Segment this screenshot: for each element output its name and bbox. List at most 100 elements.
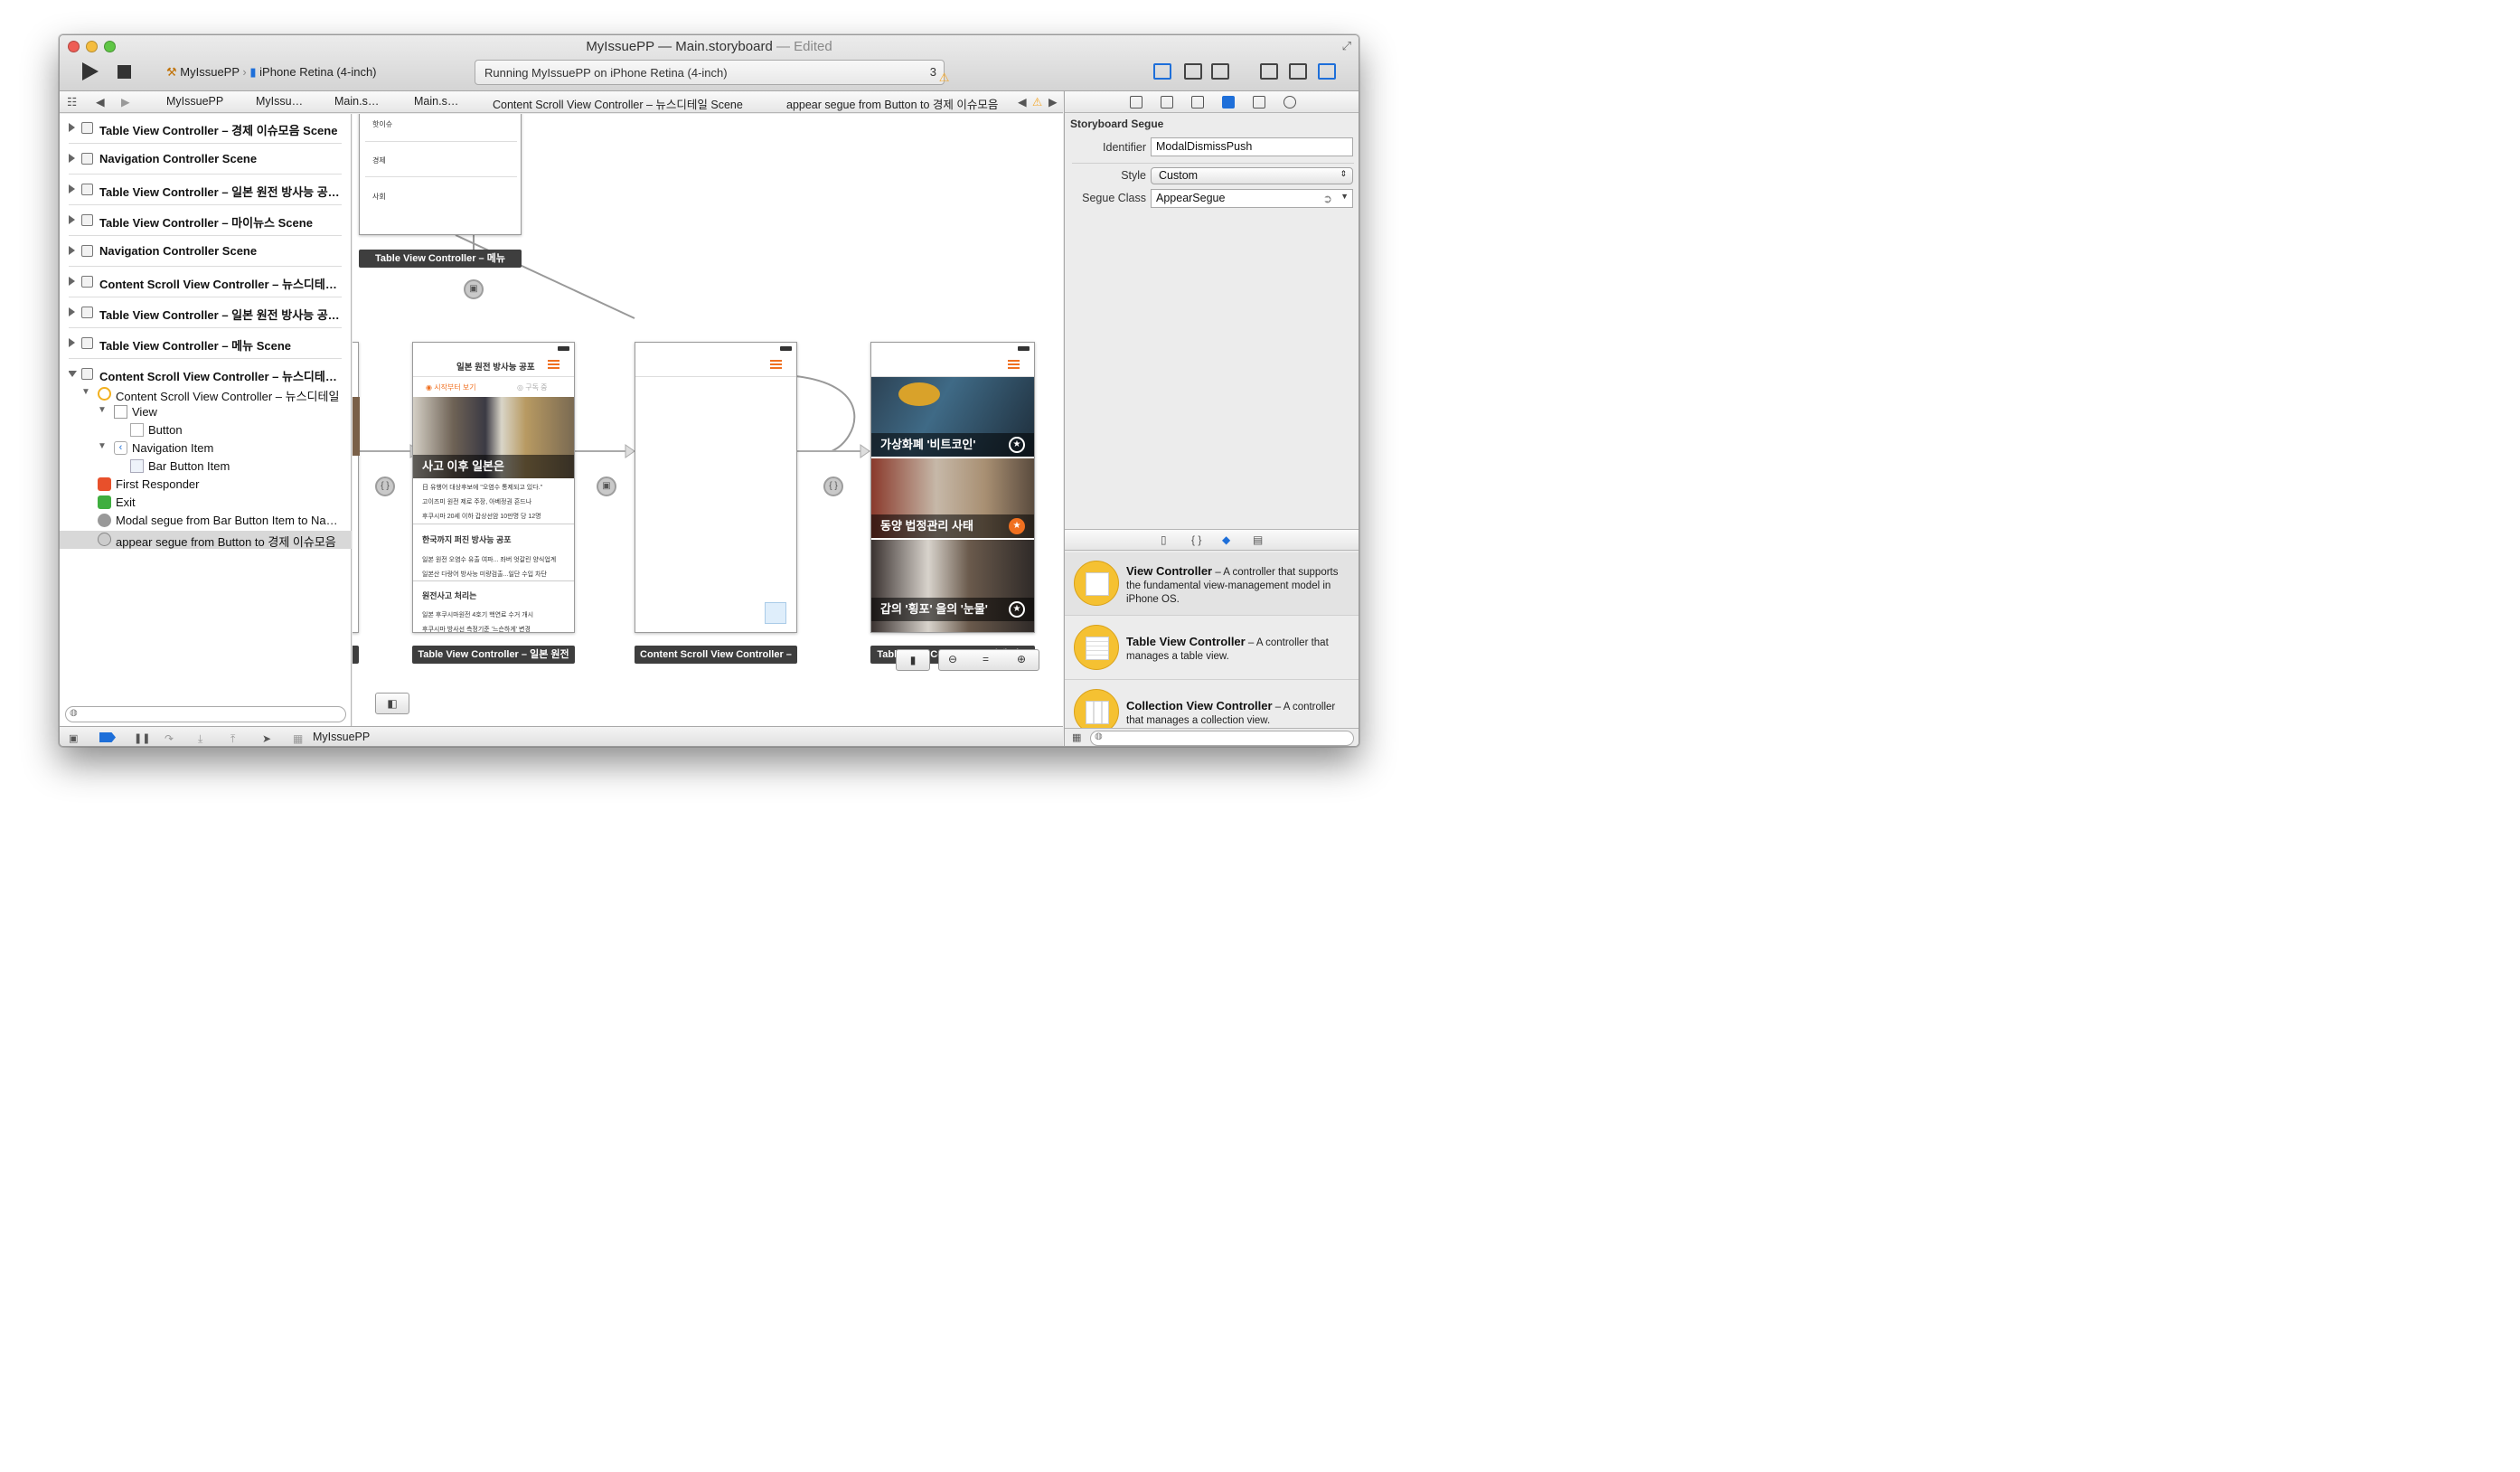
identifier-field[interactable]: ModalDismissPush bbox=[1151, 137, 1353, 156]
scene-economy[interactable]: 가상화폐 '비트코인' ★ 동양 법정관리 사태 ★ 갑의 '횡포' 을의 '눈… bbox=[870, 342, 1035, 633]
standard-editor-icon[interactable] bbox=[1153, 63, 1171, 80]
object-library-icon[interactable]: ◆ bbox=[1222, 533, 1230, 546]
scene-japan[interactable]: 일본 원전 방사능 공포 ◉ 시작부터 보기 ◎ 구독 중 사고 이후 일본은 … bbox=[412, 342, 575, 633]
scene-content-scroll[interactable] bbox=[635, 342, 797, 633]
economy-photo[interactable]: 동양 법정관리 사태 ★ bbox=[871, 458, 1034, 538]
crumb-scene[interactable]: Content Scroll View Controller – 뉴스디테일 S… bbox=[493, 95, 743, 112]
scene-menu[interactable]: 핫이슈 경제 사회 bbox=[359, 114, 522, 235]
grid-view-icon[interactable]: ▦ bbox=[1072, 731, 1081, 743]
file-template-icon[interactable]: ▯ bbox=[1161, 533, 1167, 546]
go-to-class-icon[interactable]: ➲ bbox=[1323, 192, 1332, 205]
crumb-segue[interactable]: appear segue from Button to 경제 이슈모음 bbox=[786, 95, 998, 112]
news-item[interactable]: 후쿠시마 방사선 측정기준 '느슨하게' 변경 bbox=[422, 625, 531, 634]
star-icon[interactable]: ★ bbox=[1009, 437, 1025, 453]
scene-label-menu[interactable]: Table View Controller – 메뉴 bbox=[359, 250, 522, 268]
quick-help-icon[interactable] bbox=[1161, 96, 1173, 109]
outline-scene-expanded[interactable]: Content Scroll View Controller – 뉴스디테… bbox=[69, 360, 342, 390]
document-outline-button[interactable]: ◧ bbox=[375, 693, 409, 714]
disclosure-triangle-icon[interactable] bbox=[69, 277, 75, 286]
back-arrow-icon[interactable]: ◀ bbox=[96, 95, 105, 109]
debug-area-toggle-icon[interactable] bbox=[1289, 63, 1307, 80]
hero-photo[interactable]: 사고 이후 일본은 bbox=[413, 397, 574, 478]
menu-icon[interactable] bbox=[548, 360, 559, 369]
outline-scene[interactable]: Navigation Controller Scene bbox=[69, 145, 342, 175]
run-button[interactable] bbox=[82, 62, 99, 80]
issue-forward-icon[interactable]: ▶ bbox=[1048, 95, 1058, 109]
outline-scene[interactable]: Table View Controller – 마이뉴스 Scene bbox=[69, 206, 342, 236]
outline-scene[interactable]: Table View Controller – 일본 원전 방사능 공… bbox=[69, 298, 342, 328]
step-over-icon[interactable]: ↷ bbox=[165, 732, 177, 745]
location-icon[interactable]: ➤ bbox=[262, 732, 275, 745]
library-search-field[interactable]: ◍ bbox=[1090, 731, 1354, 746]
warning-badge[interactable]: ⚠ 3 bbox=[930, 65, 950, 84]
pause-icon[interactable]: ❚❚ bbox=[134, 732, 150, 744]
menu-icon[interactable] bbox=[770, 360, 782, 369]
outline-scene[interactable]: Navigation Controller Scene bbox=[69, 237, 342, 267]
news-item[interactable]: 일본산 다랑어 방사능 미량검출...일단 수입 차단 bbox=[422, 570, 547, 579]
outline-scene[interactable]: Content Scroll View Controller – 뉴스디테… bbox=[69, 268, 342, 297]
media-library-icon[interactable]: ▤ bbox=[1253, 533, 1263, 546]
disclosure-triangle-icon[interactable] bbox=[69, 307, 75, 316]
file-inspector-icon[interactable] bbox=[1130, 96, 1142, 109]
crumb-group[interactable]: MyIssu… bbox=[256, 95, 303, 108]
scene-label-japan[interactable]: Table View Controller – 일본 원전 bbox=[412, 646, 575, 664]
outline-filter-field[interactable]: ◍ bbox=[65, 706, 346, 722]
disclosure-triangle-icon[interactable] bbox=[69, 123, 75, 132]
news-item[interactable]: 일본 원전 오염수 유출 여파... 좌버 엇갈린 양식업계 bbox=[422, 555, 556, 564]
size-inspector-icon[interactable] bbox=[1253, 96, 1265, 109]
zoom-in-icon[interactable]: ⊕ bbox=[1017, 653, 1026, 665]
zoom-reset-icon[interactable]: = bbox=[983, 653, 989, 665]
tab-start[interactable]: ◉ 시작부터 보기 bbox=[426, 382, 476, 392]
fullscreen-icon[interactable]: ⤢ bbox=[1342, 39, 1351, 53]
stop-button[interactable] bbox=[118, 65, 131, 79]
tab-subscribed[interactable]: ◎ 구독 중 bbox=[517, 382, 548, 392]
scene-offscreen-left[interactable] bbox=[353, 342, 360, 633]
news-item[interactable]: 日 유행어 대상후보에 "오염수 통제되고 있다." bbox=[422, 483, 542, 492]
segue-icon[interactable]: ▣ bbox=[464, 279, 484, 299]
disclosure-triangle-icon[interactable] bbox=[69, 215, 75, 224]
economy-photo[interactable]: 가상화폐 '비트코인' ★ bbox=[871, 377, 1034, 457]
outline-scene[interactable]: Table View Controller – 일본 원전 방사능 공… bbox=[69, 175, 342, 205]
outline-scene[interactable]: Table View Controller – 메뉴 Scene bbox=[69, 329, 342, 359]
zoom-controls[interactable]: ⊖ = ⊕ bbox=[938, 649, 1039, 671]
star-icon[interactable]: ★ bbox=[1009, 518, 1025, 534]
crumb-file[interactable]: Main.s… bbox=[334, 95, 379, 108]
segue-icon[interactable]: { } bbox=[375, 477, 395, 496]
segue-class-field[interactable]: AppearSegue ➲ ▼ bbox=[1151, 189, 1353, 208]
menu-icon[interactable] bbox=[1008, 360, 1020, 369]
scheme-selector[interactable]: ⚒ MyIssuePP › ▮ iPhone Retina (4-inch) bbox=[166, 65, 377, 80]
outline-scene[interactable]: Table View Controller – 경제 이슈모음 Scene bbox=[69, 114, 342, 144]
disclosure-triangle-open-icon[interactable]: ▼ bbox=[98, 441, 107, 451]
crumb-project[interactable]: MyIssuePP bbox=[166, 95, 223, 108]
library-item-view-controller[interactable]: View Controller – A controller that supp… bbox=[1065, 552, 1359, 616]
version-editor-icon[interactable] bbox=[1211, 63, 1229, 80]
navigator-toggle-icon[interactable] bbox=[1260, 63, 1278, 80]
issue-warning-icon[interactable]: ⚠ bbox=[1032, 95, 1042, 109]
news-item[interactable]: 후쿠시마 20세 이하 갑상선암 10만명 당 12명 bbox=[422, 512, 541, 521]
disclosure-triangle-open-icon[interactable] bbox=[69, 371, 77, 377]
disclosure-triangle-icon[interactable] bbox=[69, 184, 75, 193]
forward-arrow-icon[interactable]: ▶ bbox=[121, 95, 130, 109]
library-item-table-view-controller[interactable]: Table View Controller – A controller tha… bbox=[1065, 617, 1359, 680]
scene-label-content-scroll[interactable]: Content Scroll View Controller – bbox=[635, 646, 797, 664]
assistant-editor-icon[interactable] bbox=[1184, 63, 1202, 80]
disclosure-triangle-icon[interactable] bbox=[69, 154, 75, 163]
economy-photo[interactable]: 갑의 '횡포' 을의 '눈물' ★ bbox=[871, 540, 1034, 632]
crumb-file-base[interactable]: Main.s… bbox=[414, 95, 458, 108]
step-out-icon[interactable]: ⤒ bbox=[230, 732, 243, 745]
debug-area-toggle-icon[interactable]: ▣ bbox=[69, 732, 81, 744]
zoom-out-icon[interactable]: ⊖ bbox=[948, 653, 957, 665]
segue-icon[interactable]: { } bbox=[823, 477, 843, 496]
disclosure-triangle-open-icon[interactable]: ▼ bbox=[81, 387, 90, 397]
dropdown-arrow-icon[interactable]: ▼ bbox=[1340, 192, 1349, 201]
view-hierarchy-icon[interactable]: ▦ bbox=[293, 732, 306, 745]
disclosure-triangle-icon[interactable] bbox=[69, 246, 75, 255]
news-item[interactable]: 고이즈미 원전 제로 주장, 아베정권 흔드나 bbox=[422, 497, 531, 506]
style-popup[interactable]: Custom ⇕ bbox=[1151, 167, 1353, 184]
star-icon[interactable]: ★ bbox=[1009, 601, 1025, 618]
debug-target[interactable]: MyIssuePP bbox=[313, 731, 370, 743]
identity-inspector-icon[interactable] bbox=[1191, 96, 1204, 109]
news-item[interactable]: 일본 후쿠시마원전 4호기 핵연료 수거 개시 bbox=[422, 610, 533, 619]
disclosure-triangle-open-icon[interactable]: ▼ bbox=[98, 405, 107, 415]
attributes-inspector-icon[interactable] bbox=[1222, 96, 1235, 109]
